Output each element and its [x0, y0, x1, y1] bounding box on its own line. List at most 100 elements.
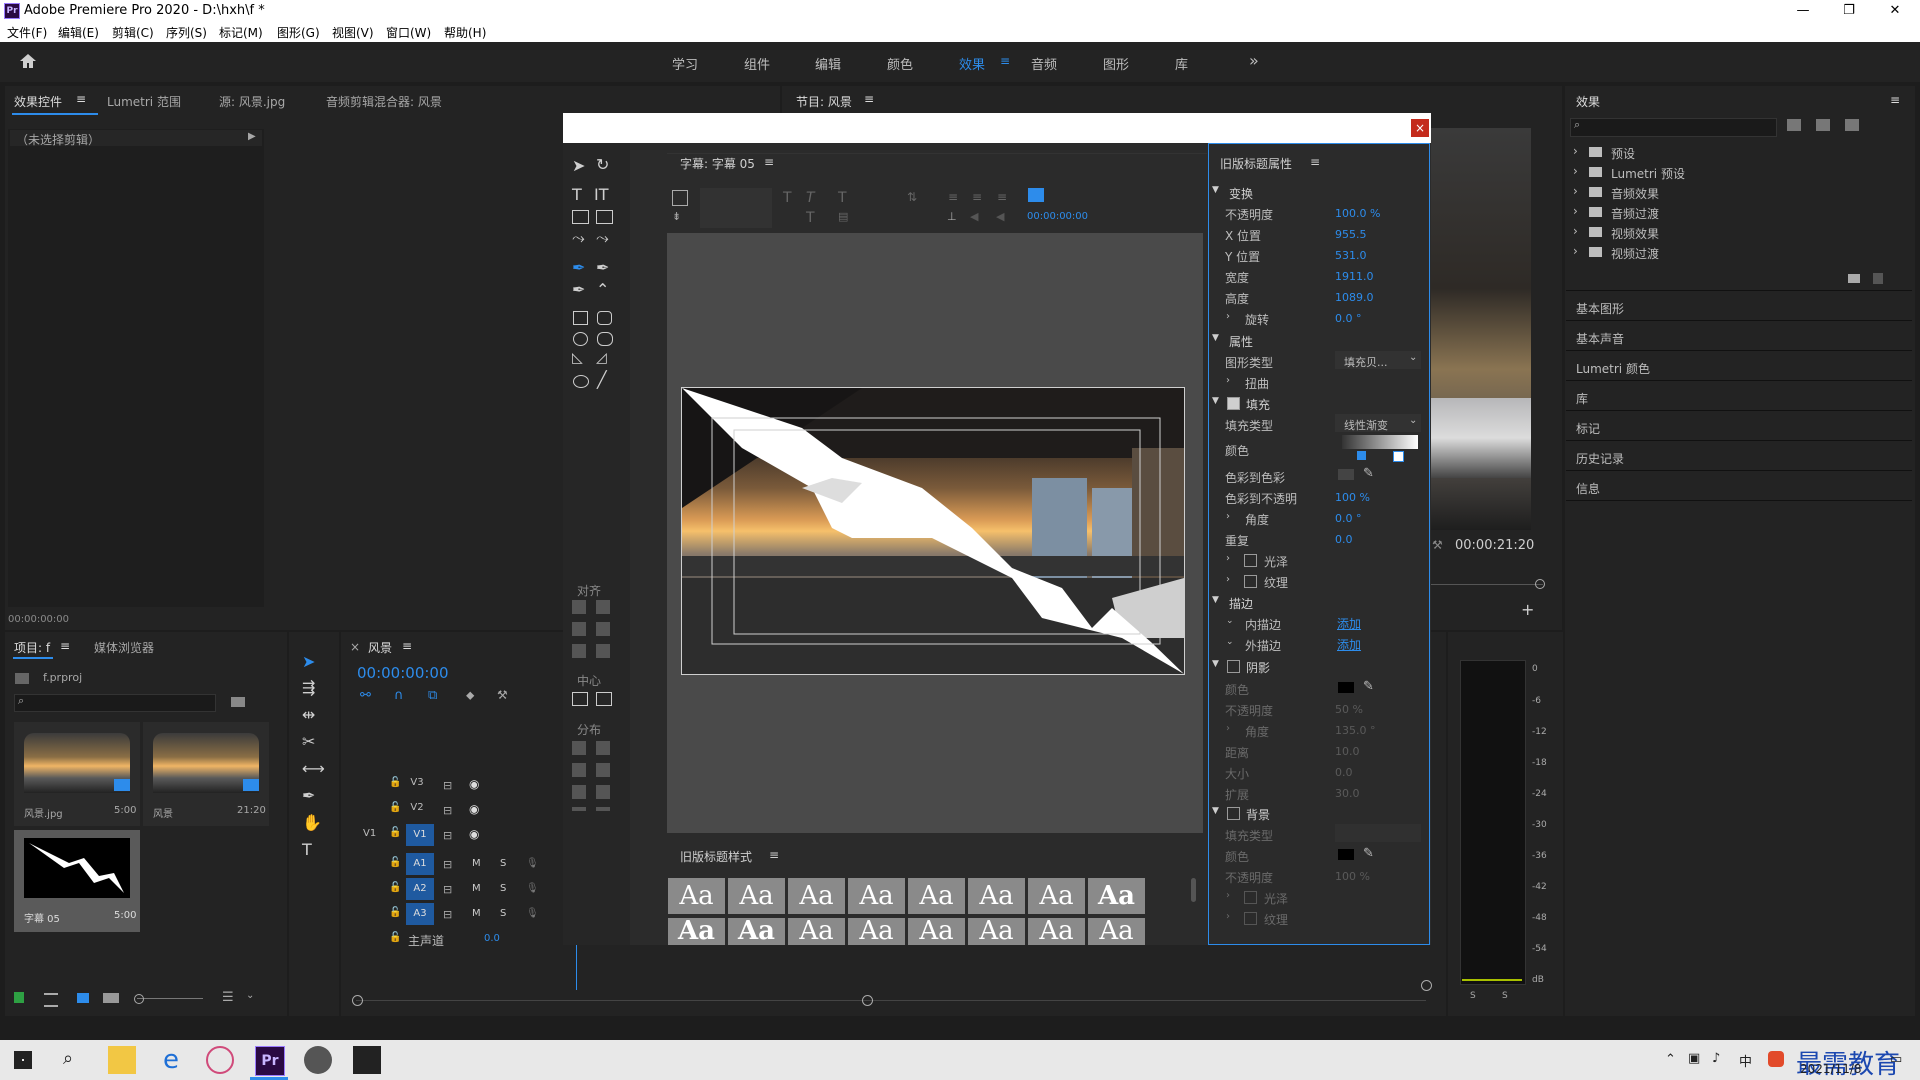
gradient-ramp[interactable]: [1342, 435, 1418, 449]
yuv-effects-icon[interactable]: [1845, 119, 1859, 131]
project-search-input[interactable]: [14, 694, 216, 712]
section-properties[interactable]: 属性: [1229, 333, 1253, 350]
titler-pen-tool-icon[interactable]: ✒: [572, 258, 585, 277]
hand-tool-icon[interactable]: ✋: [302, 813, 322, 832]
mic-icon[interactable]: 🎙: [526, 908, 539, 919]
add-button-icon[interactable]: +: [1521, 600, 1534, 619]
repeat-value[interactable]: 0.0: [1335, 533, 1353, 546]
sogou-ime-icon[interactable]: [1768, 1051, 1784, 1067]
roll-crawl-icon[interactable]: ⇟: [672, 210, 681, 223]
shadow-angle-value[interactable]: 135.0 °: [1335, 724, 1376, 737]
sync-lock-icon[interactable]: ⊟: [443, 858, 452, 871]
title-bounding-box[interactable]: [681, 387, 1185, 675]
sync-lock-icon[interactable]: ⊟: [443, 829, 452, 842]
lock-icon[interactable]: 🔓: [389, 827, 403, 839]
menu-edit[interactable]: 编辑(E): [58, 24, 99, 41]
pen-tool-icon[interactable]: ✒: [302, 786, 315, 805]
tree-expand-icon[interactable]: ›: [1573, 164, 1578, 178]
lock-icon[interactable]: 🔓: [389, 932, 401, 943]
chevron-right-icon[interactable]: ›: [1226, 375, 1230, 386]
titler-convert-anchor-tool-icon[interactable]: ⌃: [596, 280, 609, 299]
chevron-right-icon[interactable]: ›: [1226, 890, 1230, 901]
ime-indicator[interactable]: 中: [1739, 1051, 1752, 1070]
titler-menu-icon[interactable]: ≡: [764, 155, 774, 169]
panel-markers[interactable]: 标记: [1576, 420, 1600, 437]
track-label[interactable]: V3: [406, 777, 428, 793]
style-swatch[interactable]: Aa: [968, 918, 1025, 945]
tab-timeline[interactable]: 风景: [368, 639, 392, 656]
list-view-icon[interactable]: [44, 993, 58, 1007]
tray-chevron-up-icon[interactable]: ⌃: [1665, 1052, 1676, 1067]
chevron-down-icon[interactable]: ▼: [1212, 333, 1219, 343]
titler-timecode[interactable]: 00:00:00:00: [1027, 211, 1088, 222]
workspace-assembly[interactable]: 组件: [744, 54, 770, 73]
menu-marker[interactable]: 标记(M): [219, 24, 263, 41]
menu-window[interactable]: 窗口(W): [386, 24, 431, 41]
delete-icon[interactable]: [1873, 273, 1883, 284]
timeline-timecode[interactable]: 00:00:00:00: [357, 664, 449, 682]
type-tool-icon[interactable]: T: [302, 840, 312, 859]
titler-type-tool-icon[interactable]: T: [572, 185, 582, 204]
eyedropper-icon[interactable]: ✎: [1363, 679, 1374, 694]
effects-menu-icon[interactable]: ≡: [1890, 93, 1900, 107]
photos-icon[interactable]: [353, 1046, 381, 1074]
lock-icon[interactable]: 🔓: [389, 882, 401, 893]
titler-wedge-tool-icon[interactable]: ◺: [572, 350, 583, 366]
add-marker-icon[interactable]: ⬥: [466, 688, 474, 703]
lock-icon[interactable]: 🔓: [389, 802, 403, 814]
style-swatch[interactable]: Aa: [728, 918, 785, 945]
color-swatch[interactable]: [1338, 469, 1354, 480]
timeline-settings-icon[interactable]: ⚒: [497, 688, 508, 702]
bg-color-swatch[interactable]: [1338, 849, 1354, 860]
scroll-handle-left[interactable]: [352, 995, 363, 1006]
center-vertical-icon[interactable]: [596, 692, 612, 706]
lock-icon[interactable]: 🔓: [389, 857, 401, 868]
nest-icon[interactable]: ⚯: [360, 688, 371, 703]
fill-checkbox[interactable]: [1227, 397, 1240, 410]
tree-expand-icon[interactable]: ›: [1573, 204, 1578, 218]
kerning-icon[interactable]: ▤: [838, 210, 848, 223]
home-icon[interactable]: [18, 52, 38, 70]
solo-right-button[interactable]: S: [1502, 991, 1508, 1001]
titler-path-type-tool-icon[interactable]: ⤳: [572, 228, 585, 248]
chevron-down-icon[interactable]: ▼: [1212, 659, 1219, 669]
chevron-right-icon[interactable]: ›: [1226, 511, 1230, 522]
style-swatch[interactable]: Aa: [788, 918, 845, 945]
workspace-editing[interactable]: 编辑: [815, 54, 841, 73]
chevron-right-icon[interactable]: ›: [1226, 574, 1230, 585]
mic-icon[interactable]: 🎙: [526, 883, 539, 894]
find-icon[interactable]: [231, 697, 245, 707]
section-transform[interactable]: 变换: [1229, 185, 1253, 202]
sync-lock-icon[interactable]: ⊟: [443, 779, 452, 792]
show-background-video-icon[interactable]: [1028, 188, 1044, 202]
tree-expand-icon[interactable]: ›: [1573, 244, 1578, 258]
titler-vertical-path-type-tool-icon[interactable]: ⤳: [596, 228, 609, 248]
style-swatch[interactable]: Aa: [1028, 878, 1085, 914]
chevron-down-icon[interactable]: ⌄: [1226, 637, 1234, 647]
chevron-down-icon[interactable]: ▼: [1212, 595, 1219, 605]
tab-stops-icon[interactable]: ⊥: [947, 210, 957, 223]
titler-delete-anchor-tool-icon[interactable]: ✒: [596, 258, 609, 277]
wrench-icon[interactable]: ⚒: [1432, 538, 1443, 552]
workspace-libraries[interactable]: 库: [1175, 54, 1188, 73]
timeline-menu-icon[interactable]: ≡: [402, 639, 412, 653]
tab-effect-controls[interactable]: 效果控件: [14, 93, 62, 110]
track-label-a3[interactable]: A3: [406, 903, 434, 925]
zoom-slider-handle[interactable]: [134, 994, 144, 1004]
eye-icon[interactable]: ◉: [469, 777, 479, 791]
sort-icon[interactable]: ☰: [222, 990, 234, 1005]
bg-sheen-checkbox[interactable]: [1244, 891, 1257, 904]
inner-stroke-add-link[interactable]: 添加: [1337, 615, 1361, 632]
program-zoom-handle[interactable]: [1535, 579, 1545, 589]
distribute-right-icons[interactable]: [596, 741, 610, 811]
chevron-down-icon[interactable]: ▼: [1212, 806, 1219, 816]
align-right-icon[interactable]: [572, 644, 586, 658]
tree-expand-icon[interactable]: ›: [1573, 184, 1578, 198]
font-family-select[interactable]: [700, 188, 772, 228]
menu-clip[interactable]: 剪辑(C): [112, 24, 154, 41]
height-value[interactable]: 1089.0: [1335, 291, 1374, 304]
show-bg-icon[interactable]: ◀: [996, 210, 1004, 223]
tree-item-audio-transitions[interactable]: 音频过渡: [1611, 205, 1659, 222]
titler-ellipse-tool-icon[interactable]: [573, 375, 589, 388]
panel-essential-sound[interactable]: 基本声音: [1576, 330, 1624, 347]
